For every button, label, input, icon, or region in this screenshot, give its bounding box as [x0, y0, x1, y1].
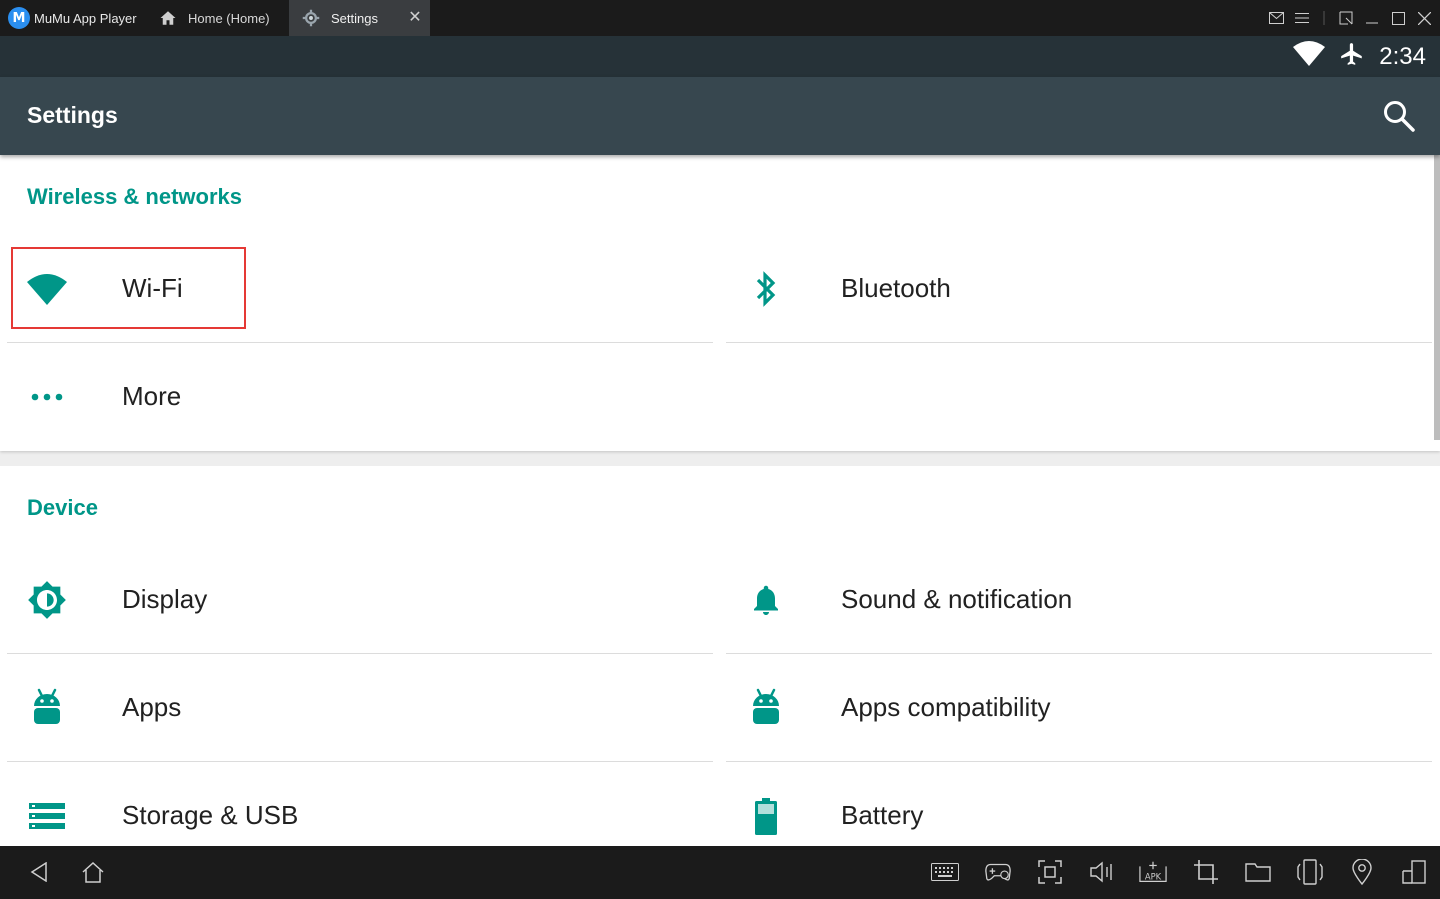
settings-item-bluetooth[interactable]: Bluetooth: [726, 235, 1432, 343]
tab-home-label: Home (Home): [188, 11, 270, 26]
pin-icon[interactable]: [1338, 10, 1354, 26]
section-header-device: Device: [27, 495, 98, 521]
settings-item-display[interactable]: Display: [7, 546, 713, 654]
settings-item-battery[interactable]: Battery: [726, 762, 1432, 846]
volume-icon[interactable]: [1088, 859, 1116, 885]
sound-label: Sound & notification: [841, 584, 1072, 615]
tab-close-icon[interactable]: ✕: [408, 9, 422, 27]
maximize-icon[interactable]: [1390, 10, 1406, 26]
gamepad-icon[interactable]: [984, 859, 1012, 885]
rotate-icon[interactable]: [1400, 859, 1428, 885]
apps-label: Apps: [122, 692, 181, 723]
airplane-icon: [1339, 40, 1365, 73]
android-icon: [27, 688, 67, 728]
wifi-highlight-box: [11, 247, 246, 329]
close-icon[interactable]: [1416, 10, 1432, 26]
mail-icon[interactable]: [1268, 10, 1284, 26]
tab-settings[interactable]: Settings ✕: [289, 0, 430, 36]
settings-content[interactable]: Wireless & networks Wi-Fi Bluetooth More: [0, 155, 1440, 846]
apps-compatibility-label: Apps compatibility: [841, 692, 1051, 723]
emulator-window: M MuMu App Player Home (Home) Settings ✕: [0, 0, 1440, 899]
section-header-wireless: Wireless & networks: [27, 184, 242, 210]
screenshot-icon[interactable]: [1036, 859, 1064, 885]
home-icon: [158, 8, 178, 28]
more-label: More: [122, 381, 181, 412]
wifi-icon: [1293, 41, 1325, 72]
brightness-icon: [27, 580, 67, 620]
emulator-titlebar: M MuMu App Player Home (Home) Settings ✕: [0, 0, 1440, 36]
settings-actionbar: Settings: [0, 77, 1440, 155]
gear-icon: [301, 8, 321, 28]
bell-icon: [746, 580, 786, 620]
menu-icon[interactable]: [1294, 10, 1310, 26]
search-icon[interactable]: [1382, 99, 1416, 133]
mumu-logo-icon: M: [8, 7, 30, 29]
page-title: Settings: [27, 102, 118, 129]
controls-divider: [1320, 10, 1328, 26]
android-statusbar: 2:34: [0, 36, 1440, 77]
emulator-toolbar: APK: [0, 846, 1440, 899]
display-label: Display: [122, 584, 207, 615]
tab-settings-label: Settings: [331, 11, 378, 26]
location-icon[interactable]: [1348, 859, 1376, 885]
storage-label: Storage & USB: [122, 800, 298, 831]
settings-item-sound[interactable]: Sound & notification: [726, 546, 1432, 654]
settings-item-apps-compatibility[interactable]: Apps compatibility: [726, 654, 1432, 762]
settings-item-storage[interactable]: Storage & USB: [7, 762, 713, 846]
app-name: MuMu App Player: [34, 11, 137, 26]
scrollbar-thumb[interactable]: [1434, 155, 1440, 440]
window-controls: [1268, 0, 1432, 36]
back-icon[interactable]: [26, 859, 52, 885]
minimize-icon[interactable]: [1364, 10, 1380, 26]
bluetooth-icon: [746, 269, 786, 309]
settings-item-more[interactable]: More: [7, 343, 713, 451]
shake-icon[interactable]: [1296, 859, 1324, 885]
device-card: Device Display Sound & notification Apps: [0, 466, 1440, 846]
settings-item-apps[interactable]: Apps: [7, 654, 713, 762]
status-clock: 2:34: [1379, 43, 1426, 71]
crop-icon[interactable]: [1192, 859, 1220, 885]
battery-icon: [746, 796, 786, 836]
bluetooth-label: Bluetooth: [841, 273, 951, 304]
wireless-networks-card: Wireless & networks Wi-Fi Bluetooth More: [0, 155, 1440, 451]
status-icons: 2:34: [1293, 36, 1426, 77]
folder-icon[interactable]: [1244, 859, 1272, 885]
keyboard-icon[interactable]: [931, 859, 959, 885]
app-brand: M MuMu App Player: [8, 0, 137, 36]
tab-home[interactable]: Home (Home): [146, 0, 286, 36]
svg-text:APK: APK: [1145, 871, 1162, 881]
android-icon: [746, 688, 786, 728]
more-dots-icon: [27, 377, 67, 417]
storage-icon: [27, 796, 67, 836]
home-icon[interactable]: [80, 859, 106, 885]
battery-label: Battery: [841, 800, 923, 831]
apk-install-icon[interactable]: APK: [1139, 859, 1167, 885]
